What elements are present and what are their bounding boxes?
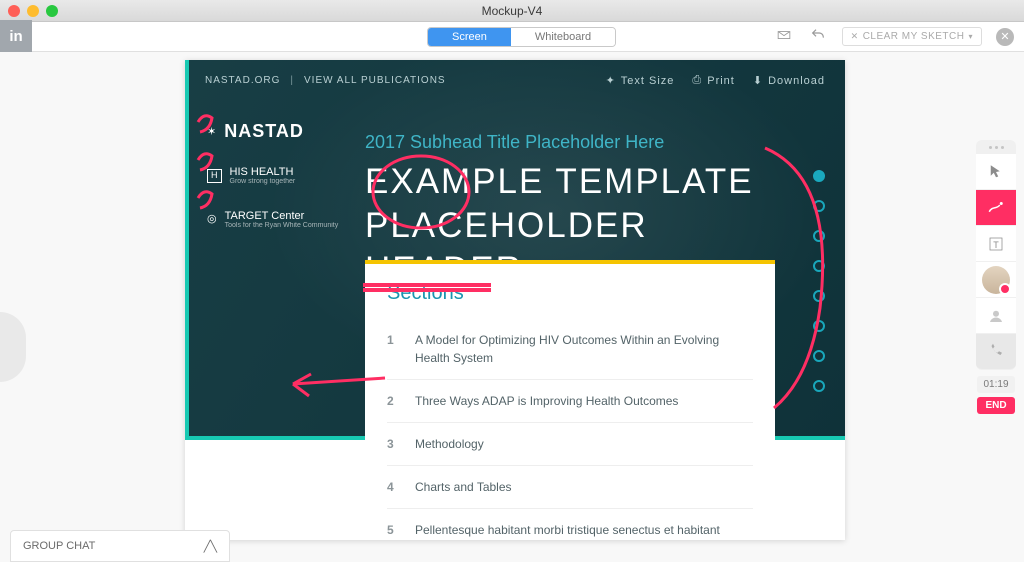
- avatar-icon: [982, 266, 1010, 294]
- group-chat-label: GROUP CHAT: [23, 540, 95, 552]
- page-header-bar: NASTAD.ORG | VIEW ALL PUBLICATIONS ✦ Tex…: [205, 74, 825, 87]
- sections-card: Sections 1A Model for Optimizing HIV Out…: [365, 260, 775, 540]
- dot-nav-item[interactable]: [813, 200, 825, 212]
- domain-link[interactable]: NASTAD.ORG: [205, 75, 280, 86]
- section-dot-nav: [813, 170, 825, 392]
- call-tool[interactable]: [976, 334, 1016, 370]
- mode-toggle: Screen Whiteboard: [427, 27, 616, 47]
- svg-text:T: T: [993, 239, 999, 249]
- section-item[interactable]: 3Methodology: [387, 422, 753, 465]
- end-session-button[interactable]: END: [977, 397, 1014, 414]
- subhead: 2017 Subhead Title Placeholder Here: [365, 132, 664, 153]
- download-label: Download: [768, 75, 825, 87]
- clear-sketch-label: CLEAR MY SKETCH: [863, 31, 965, 42]
- section-item[interactable]: 5Pellentesque habitant morbi tristique s…: [387, 508, 753, 540]
- sections-list: 1A Model for Optimizing HIV Outcomes Wit…: [387, 319, 753, 540]
- clear-sketch-button[interactable]: ✕ CLEAR MY SKETCH ▾: [842, 27, 982, 46]
- palette-drag-handle[interactable]: [976, 140, 1016, 154]
- pointer-tool[interactable]: [976, 154, 1016, 190]
- dot-nav-item[interactable]: [813, 350, 825, 362]
- tool-palette: T 01:19 END: [976, 140, 1016, 414]
- maximize-window-icon[interactable]: [46, 5, 58, 17]
- presenter-avatar[interactable]: [976, 262, 1016, 298]
- design-canvas[interactable]: NASTAD.ORG | VIEW ALL PUBLICATIONS ✦ Tex…: [185, 60, 845, 540]
- invision-logo[interactable]: in: [0, 20, 32, 52]
- print-label: Print: [707, 75, 735, 87]
- logo-nastad: ✶NASTAD: [207, 122, 338, 142]
- section-item[interactable]: 2Three Ways ADAP is Improving Health Out…: [387, 379, 753, 422]
- app-toolbar: in Screen Whiteboard ✕ CLEAR MY SKETCH ▾…: [0, 22, 1024, 52]
- minimize-window-icon[interactable]: [27, 5, 39, 17]
- dot-nav-item[interactable]: [813, 260, 825, 272]
- close-overlay-icon[interactable]: ✕: [996, 28, 1014, 46]
- logo-target-center: ◎TARGET CenterTools for the Ryan White C…: [207, 210, 338, 230]
- inbox-icon[interactable]: [774, 28, 794, 45]
- close-window-icon[interactable]: [8, 5, 20, 17]
- window-titlebar: Mockup-V4: [0, 0, 1024, 22]
- section-item[interactable]: 1A Model for Optimizing HIV Outcomes Wit…: [387, 319, 753, 379]
- mode-whiteboard-tab[interactable]: Whiteboard: [511, 28, 615, 46]
- print-button[interactable]: ⎙ Print: [692, 74, 734, 87]
- dot-nav-item[interactable]: [813, 230, 825, 242]
- mode-screen-tab[interactable]: Screen: [428, 28, 511, 46]
- draw-tool[interactable]: [976, 190, 1016, 226]
- hero-area: NASTAD.ORG | VIEW ALL PUBLICATIONS ✦ Tex…: [185, 60, 845, 440]
- text-tool[interactable]: T: [976, 226, 1016, 262]
- group-chat-bar[interactable]: GROUP CHAT ╱╲: [10, 530, 230, 562]
- add-participant-tool[interactable]: [976, 298, 1016, 334]
- text-size-label: Text Size: [621, 75, 675, 87]
- download-button[interactable]: ⬇ Download: [753, 74, 825, 87]
- logo-his-health: HHIS HEALTHGrow strong together: [207, 166, 338, 186]
- prev-screen-button[interactable]: [0, 312, 26, 382]
- partner-logos: ✶NASTAD HHIS HEALTHGrow strong together …: [207, 122, 338, 229]
- view-all-link[interactable]: VIEW ALL PUBLICATIONS: [304, 75, 446, 86]
- dot-nav-item[interactable]: [813, 320, 825, 332]
- dot-nav-item[interactable]: [813, 380, 825, 392]
- sections-title: Sections: [387, 282, 753, 305]
- dot-nav-item[interactable]: [813, 290, 825, 302]
- window-title: Mockup-V4: [482, 4, 543, 18]
- session-timer: 01:19: [977, 376, 1014, 393]
- workspace: NASTAD.ORG | VIEW ALL PUBLICATIONS ✦ Tex…: [0, 52, 1024, 562]
- undo-icon[interactable]: [808, 27, 828, 46]
- chevron-up-icon: ╱╲: [204, 540, 217, 553]
- text-size-button[interactable]: ✦ Text Size: [606, 74, 675, 87]
- dot-nav-item[interactable]: [813, 170, 825, 182]
- section-item[interactable]: 4Charts and Tables: [387, 465, 753, 508]
